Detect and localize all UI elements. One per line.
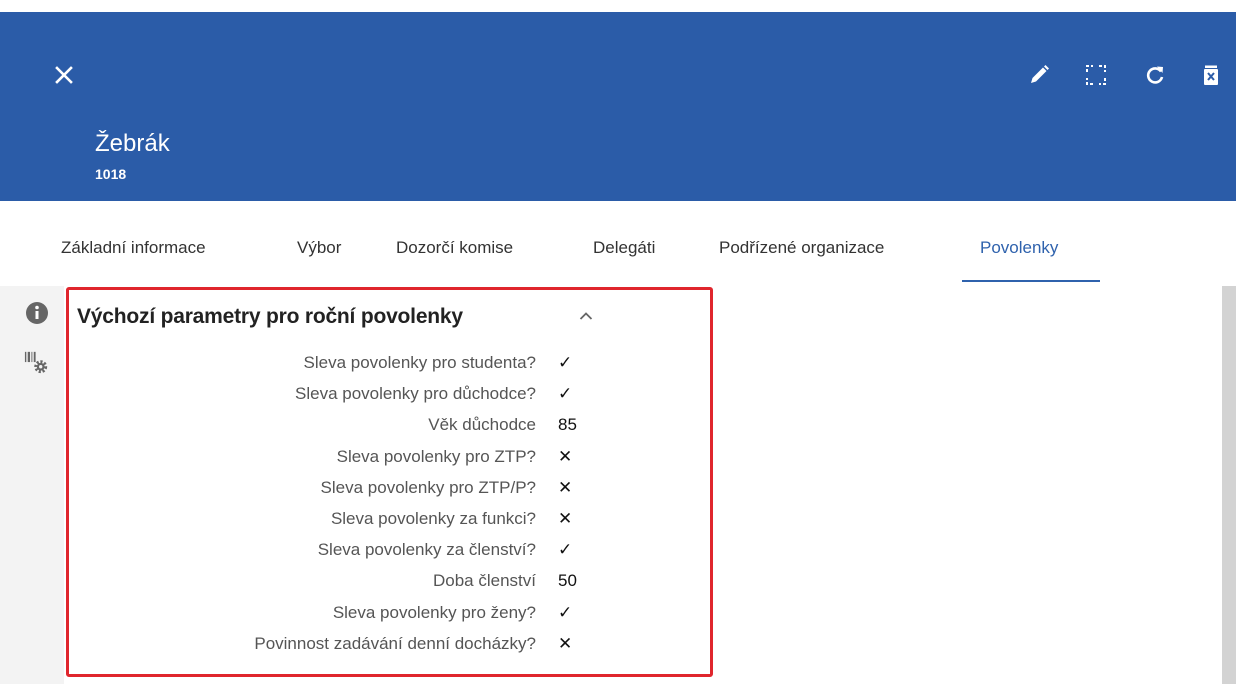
fullscreen-icon — [1086, 65, 1106, 85]
list-item: Sleva povolenky za funkci? ✕ — [69, 503, 710, 534]
param-label: Povinnost zadávání denní docházky? — [254, 633, 536, 653]
list-item: Doba členství 50 — [69, 565, 710, 596]
tab-dozorci-komise[interactable]: Dozorčí komise — [396, 238, 513, 258]
collapse-button[interactable] — [574, 304, 598, 328]
annual-permit-defaults-panel: Výchozí parametry pro roční povolenky Sl… — [66, 287, 713, 677]
list-item: Sleva povolenky za členství? ✓ — [69, 534, 710, 565]
page-title: Žebrák — [95, 130, 170, 157]
refresh-icon — [1146, 66, 1164, 84]
param-label: Sleva povolenky pro ZTP/P? — [320, 477, 536, 497]
param-value: ✕ — [558, 508, 573, 528]
barcode-settings-icon — [24, 351, 48, 374]
param-label: Věk důchodce — [428, 415, 536, 435]
barcode-settings-button[interactable] — [24, 350, 50, 376]
param-label: Sleva povolenky za funkci? — [330, 508, 536, 528]
info-button[interactable] — [24, 300, 50, 326]
header-bar: Žebrák 1018 — [0, 12, 1236, 201]
chevron-up-icon — [579, 312, 593, 320]
param-value: ✕ — [558, 446, 573, 466]
tab-povolenky[interactable]: Povolenky — [980, 238, 1058, 258]
close-button[interactable] — [50, 61, 78, 89]
list-item: Věk důchodce 85 — [69, 409, 710, 440]
param-value: ✓ — [558, 602, 573, 622]
list-item: Sleva povolenky pro ženy? ✓ — [69, 597, 710, 628]
param-value: ✓ — [558, 540, 573, 560]
param-label: Sleva povolenky za členství? — [317, 540, 536, 560]
list-item: Povinnost zadávání denní docházky? ✕ — [69, 628, 710, 659]
param-value: 85 — [558, 415, 577, 435]
param-label: Sleva povolenky pro studenta? — [303, 353, 537, 372]
param-value: ✕ — [558, 633, 573, 653]
edit-icon — [1031, 65, 1049, 83]
delete-icon — [1204, 65, 1218, 85]
section-title: Výchozí parametry pro roční povolenky — [77, 305, 463, 328]
parameter-list: Sleva povolenky pro studenta? ✓ Sleva po… — [69, 347, 710, 659]
param-value: ✕ — [558, 477, 573, 497]
tab-zakladni-informace[interactable]: Základní informace — [61, 238, 206, 258]
param-label: Doba členství — [433, 571, 536, 591]
param-label: Sleva povolenky pro ženy? — [332, 602, 536, 622]
tab-vybor[interactable]: Výbor — [297, 238, 341, 258]
tab-podrizene-organizace[interactable]: Podřízené organizace — [719, 238, 884, 258]
close-icon — [55, 66, 73, 84]
param-label: Sleva povolenky pro ZTP? — [336, 446, 536, 466]
param-value: ✓ — [558, 353, 573, 372]
active-tab-indicator — [962, 280, 1100, 282]
list-item: Sleva povolenky pro ZTP/P? ✕ — [69, 472, 710, 503]
tab-delegati[interactable]: Delegáti — [593, 238, 655, 258]
page-subtitle: 1018 — [95, 166, 127, 182]
edit-button[interactable] — [1025, 61, 1053, 89]
list-item: Sleva povolenky pro důchodce? ✓ — [69, 378, 710, 409]
list-item: Sleva povolenky pro ZTP? ✕ — [69, 441, 710, 472]
param-value: ✓ — [558, 384, 573, 404]
delete-button[interactable] — [1197, 61, 1225, 89]
side-toolbar — [0, 286, 64, 684]
param-label: Sleva povolenky pro důchodce? — [295, 384, 536, 404]
scrollbar[interactable] — [1222, 286, 1236, 684]
list-item: Sleva povolenky pro studenta? ✓ — [69, 347, 710, 378]
tab-bar: Základní informace Výbor Dozorčí komise … — [0, 228, 1236, 284]
param-value: 50 — [558, 571, 577, 591]
fullscreen-button[interactable] — [1082, 61, 1110, 89]
info-icon — [26, 302, 48, 324]
refresh-button[interactable] — [1141, 61, 1169, 89]
